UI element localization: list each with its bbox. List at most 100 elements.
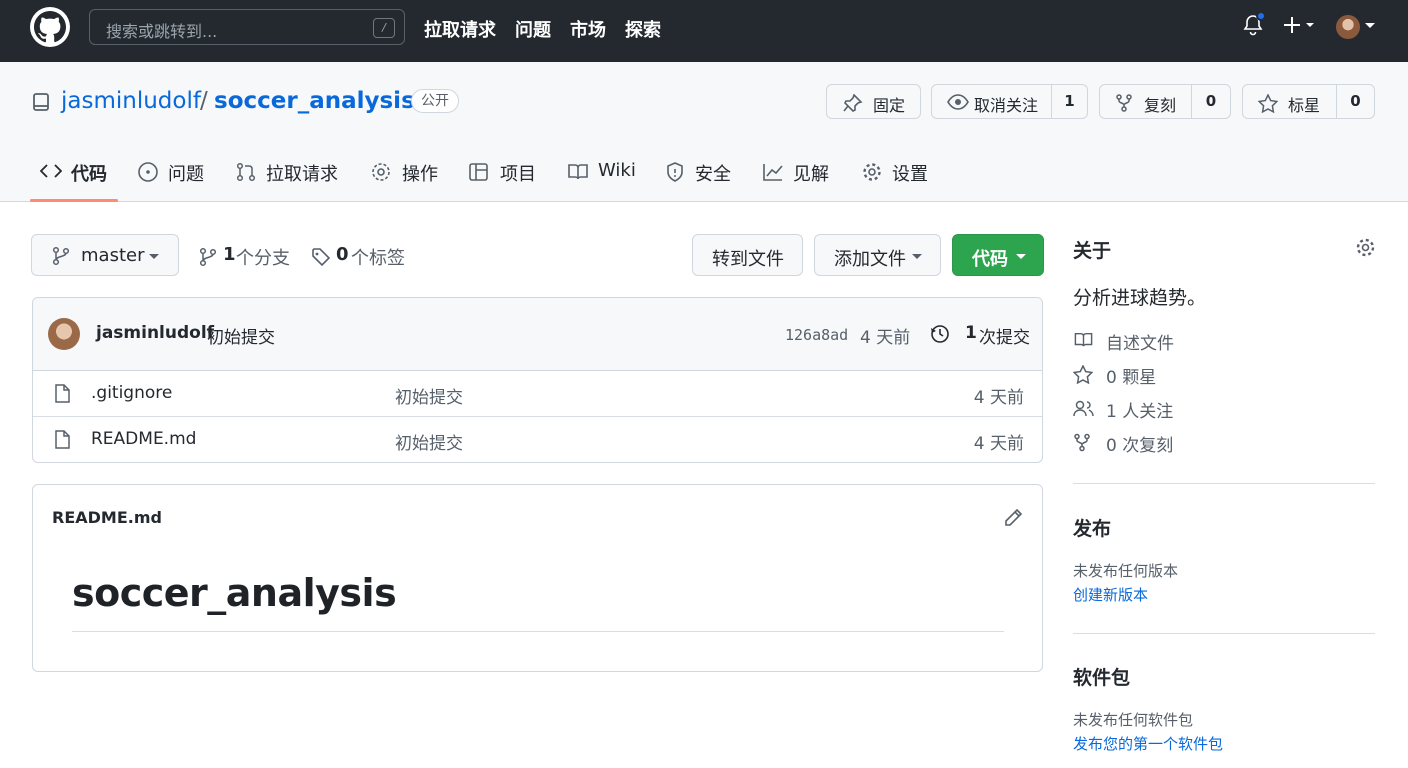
code-icon bbox=[39, 162, 63, 185]
repo-description: 分析进球趋势。 bbox=[1073, 287, 1207, 309]
latest-commit-row: jasminludolf 初始提交 126a8ad 4 天前 1 次提交 bbox=[33, 298, 1042, 371]
github-logo-icon[interactable] bbox=[30, 7, 70, 47]
sidebar-readme-label: 自述文件 bbox=[1106, 334, 1174, 354]
shield-icon bbox=[665, 162, 685, 187]
tab-insights-label: 见解 bbox=[793, 164, 829, 185]
chevron-down-icon[interactable] bbox=[1364, 14, 1376, 40]
file-list: jasminludolf 初始提交 126a8ad 4 天前 1 次提交 .gi… bbox=[32, 297, 1043, 463]
fork-button[interactable]: 复刻 0 bbox=[1099, 84, 1231, 119]
watch-button[interactable]: 取消关注 1 bbox=[931, 84, 1088, 119]
releases-title[interactable]: 发布 bbox=[1073, 514, 1111, 541]
about-title: 关于 bbox=[1073, 240, 1112, 262]
file-commit-message[interactable]: 初始提交 bbox=[395, 429, 463, 454]
file-age: 4 天前 bbox=[973, 388, 1024, 408]
star-icon bbox=[1257, 93, 1279, 117]
search-input[interactable]: 搜索或跳转到... / bbox=[89, 9, 405, 45]
repo-icon bbox=[32, 92, 50, 118]
go-to-file-button[interactable]: 转到文件 bbox=[692, 234, 803, 276]
project-icon bbox=[468, 162, 490, 187]
pin-button[interactable]: 固定 bbox=[826, 84, 921, 119]
star-count: 0 bbox=[1336, 85, 1374, 118]
commit-message[interactable]: 初始提交 bbox=[207, 323, 275, 348]
create-new-plus-icon[interactable] bbox=[1283, 14, 1317, 40]
file-age: 4 天前 bbox=[973, 434, 1024, 454]
file-row[interactable]: .gitignore 初始提交 4 天前 bbox=[33, 371, 1042, 416]
watch-label: 取消关注 bbox=[974, 96, 1039, 115]
file-name[interactable]: .gitignore bbox=[91, 383, 172, 403]
publish-package-link[interactable]: 发布您的第一个软件包 bbox=[1073, 733, 1223, 754]
nav-issues[interactable]: 问题 bbox=[515, 16, 551, 42]
branches-label: 个分支 bbox=[236, 248, 290, 269]
fork-label: 复刻 bbox=[1144, 96, 1177, 115]
play-icon bbox=[370, 162, 392, 187]
eye-icon bbox=[947, 94, 969, 114]
commit-author-avatar[interactable] bbox=[48, 318, 80, 350]
code-button-label: 代码 bbox=[972, 249, 1008, 270]
packages-title[interactable]: 软件包 bbox=[1073, 663, 1130, 690]
pencil-edit-icon[interactable] bbox=[1003, 508, 1023, 532]
active-tab-indicator bbox=[30, 199, 118, 202]
repo-owner-link[interactable]: jasminludolf bbox=[61, 88, 201, 114]
tab-security-label: 安全 bbox=[695, 164, 731, 185]
chevron-down-icon bbox=[149, 254, 159, 259]
pin-label: 固定 bbox=[873, 96, 906, 115]
code-dropdown-button[interactable]: 代码 bbox=[952, 234, 1044, 276]
packages-note: 未发布任何软件包 bbox=[1073, 711, 1194, 729]
add-file-button[interactable]: 添加文件 bbox=[814, 234, 941, 276]
sidebar-watchers-label: 1 人关注 bbox=[1106, 402, 1174, 422]
history-icon bbox=[931, 325, 949, 343]
branches-count: 1 bbox=[223, 244, 236, 265]
visibility-badge: 公开 bbox=[411, 89, 459, 113]
sidebar-forks-label: 0 次复刻 bbox=[1106, 436, 1174, 456]
readme-panel: README.md soccer_analysis bbox=[32, 484, 1043, 672]
gear-icon bbox=[861, 162, 883, 187]
file-name[interactable]: README.md bbox=[91, 429, 196, 449]
readme-heading: soccer_analysis bbox=[72, 571, 397, 615]
tab-pull-requests-label: 拉取请求 bbox=[266, 164, 338, 185]
people-icon bbox=[1073, 399, 1095, 423]
readme-heading-divider bbox=[72, 631, 1004, 632]
file-commit-message[interactable]: 初始提交 bbox=[395, 383, 463, 408]
user-avatar[interactable] bbox=[1336, 15, 1360, 39]
chevron-down-icon bbox=[1016, 254, 1026, 259]
commit-author[interactable]: jasminludolf bbox=[96, 323, 214, 343]
tab-actions-label: 操作 bbox=[402, 164, 438, 185]
file-icon bbox=[54, 384, 70, 407]
pull-request-icon bbox=[236, 162, 256, 187]
star-label: 标星 bbox=[1288, 96, 1321, 115]
tab-wiki-label: Wiki bbox=[598, 160, 636, 181]
sidebar-divider bbox=[1073, 483, 1375, 484]
search-placeholder: 搜索或跳转到... bbox=[106, 22, 218, 41]
tab-settings-label: 设置 bbox=[892, 164, 928, 185]
branch-icon bbox=[199, 247, 217, 267]
graph-icon bbox=[762, 162, 784, 187]
file-icon bbox=[54, 430, 70, 453]
search-shortcut-key: / bbox=[373, 18, 395, 38]
tab-issues-label: 问题 bbox=[168, 164, 204, 185]
book-icon bbox=[1073, 331, 1094, 354]
star-button[interactable]: 标星 0 bbox=[1242, 84, 1375, 119]
issue-icon bbox=[137, 162, 159, 187]
book-icon bbox=[567, 162, 589, 187]
watch-count: 1 bbox=[1051, 85, 1087, 118]
tags-count: 0 bbox=[336, 244, 349, 265]
chevron-down-icon bbox=[912, 254, 922, 259]
readme-filename[interactable]: README.md bbox=[52, 508, 162, 527]
tags-label: 个标签 bbox=[351, 248, 405, 269]
nav-explore[interactable]: 探索 bbox=[625, 16, 661, 42]
repo-name-link[interactable]: soccer_analysis bbox=[214, 88, 415, 114]
releases-note: 未发布任何版本 bbox=[1073, 562, 1179, 580]
branch-icon bbox=[52, 246, 70, 271]
fork-icon bbox=[1115, 94, 1133, 116]
fork-count: 0 bbox=[1191, 85, 1230, 118]
commit-sha[interactable]: 126a8ad bbox=[785, 326, 848, 344]
global-header: 搜索或跳转到... / 拉取请求 问题 市场 探索 bbox=[0, 0, 1408, 62]
file-row[interactable]: README.md 初始提交 4 天前 bbox=[33, 416, 1042, 461]
branch-selector[interactable]: master bbox=[31, 234, 179, 276]
star-icon bbox=[1072, 364, 1094, 389]
notification-indicator bbox=[1256, 11, 1266, 21]
nav-marketplace[interactable]: 市场 bbox=[570, 16, 606, 42]
create-release-link[interactable]: 创建新版本 bbox=[1073, 584, 1148, 605]
gear-icon[interactable] bbox=[1355, 237, 1376, 262]
nav-pull-requests[interactable]: 拉取请求 bbox=[424, 16, 496, 42]
